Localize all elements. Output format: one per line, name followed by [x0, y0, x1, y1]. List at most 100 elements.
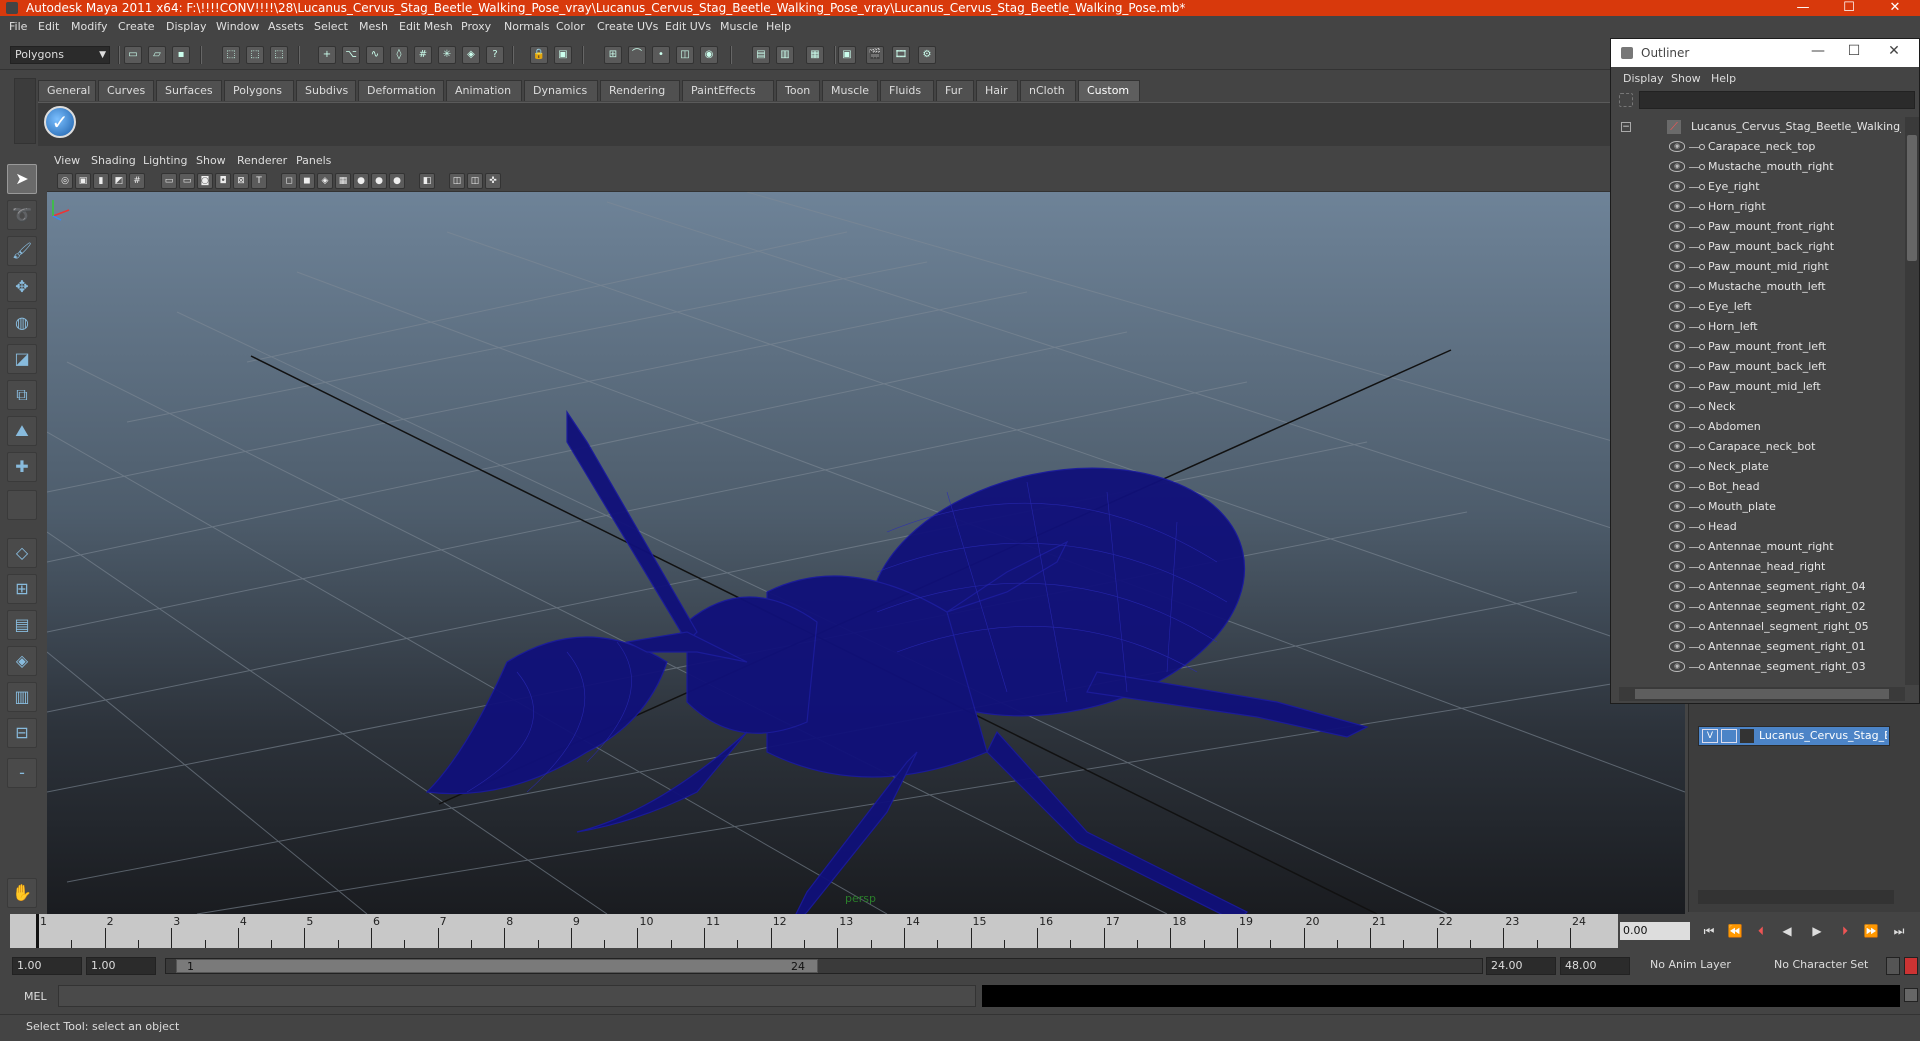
panel-menu-renderer[interactable]: Renderer	[237, 154, 287, 167]
xray-icon[interactable]: ◫	[449, 173, 465, 189]
outliner-item[interactable]: ◉ Antennael_segment_right_05	[1619, 617, 1901, 637]
perspective-viewport[interactable]: persp	[47, 192, 1685, 914]
make-live-icon[interactable]: ◉	[700, 46, 718, 64]
menu-assets[interactable]: Assets	[268, 20, 304, 33]
minimize-button[interactable]: —	[1780, 0, 1826, 16]
current-time-field[interactable]: 0.00	[1620, 922, 1690, 940]
all-lights-icon[interactable]: ●	[371, 173, 387, 189]
play-forwards-icon[interactable]: ▶	[1808, 924, 1826, 938]
close-button[interactable]: ✕	[1872, 0, 1918, 16]
outliner-item[interactable]: ◉ Mustache_mouth_left	[1619, 277, 1901, 297]
safe-title-icon[interactable]: T	[251, 173, 267, 189]
layer-color-swatch[interactable]	[1740, 729, 1754, 743]
highlight-selection-icon[interactable]: ▣	[554, 46, 572, 64]
snap-to-curve-icon[interactable]: ⌒	[628, 46, 646, 64]
single-perspective-layout-icon[interactable]: ◇	[7, 538, 37, 568]
outliner-persp-layout-icon[interactable]: ▤	[7, 610, 37, 640]
outliner-item[interactable]: ◉ Paw_mount_mid_left	[1619, 377, 1901, 397]
shelf-tab-rendering[interactable]: Rendering	[600, 80, 680, 101]
go-to-end-icon[interactable]: ⏭	[1890, 924, 1908, 938]
shelf-tab-subdivs[interactable]: Subdivs	[296, 80, 356, 101]
select-rendering-icon[interactable]: ◈	[462, 46, 480, 64]
soft-modification-tool-icon[interactable]: ⛰	[7, 416, 37, 446]
menu-mesh[interactable]: Mesh	[359, 20, 388, 33]
step-back-key-icon[interactable]: ⏪	[1726, 924, 1744, 938]
outliner-close-button[interactable]: ✕	[1879, 43, 1909, 59]
menu-file[interactable]: File	[9, 20, 27, 33]
outliner-horizontal-scroll-thumb[interactable]	[1635, 689, 1889, 699]
smooth-shade-icon[interactable]: ◼	[299, 173, 315, 189]
shelf-menu-handle[interactable]	[14, 78, 36, 144]
shelf-tab-toon[interactable]: Toon	[776, 80, 820, 101]
menu-create[interactable]: Create	[118, 20, 155, 33]
select-surfaces-icon[interactable]: ◊	[390, 46, 408, 64]
select-tool-icon[interactable]: ➤	[7, 164, 37, 194]
shelf-tab-polygons[interactable]: Polygons	[224, 80, 294, 101]
script-editor-icon[interactable]	[1904, 988, 1918, 1002]
move-tool-icon[interactable]: ✥	[7, 272, 37, 302]
panel-menu-shading[interactable]: Shading	[91, 154, 136, 167]
go-to-start-icon[interactable]: ⏮	[1700, 924, 1718, 938]
menu-help[interactable]: Help	[766, 20, 791, 33]
resolution-gate-icon[interactable]: ▭	[179, 173, 195, 189]
outliner-item[interactable]: ◉ Head	[1619, 517, 1901, 537]
outliner-item[interactable]: ◉ Horn_left	[1619, 317, 1901, 337]
field-chart-icon[interactable]: ◘	[215, 173, 231, 189]
graph-persp-layout-icon[interactable]: ◈	[7, 646, 37, 676]
outliner-item[interactable]: ◉ Antennae_mount_right	[1619, 537, 1901, 557]
outliner-item[interactable]: ◉ Paw_mount_front_left	[1619, 337, 1901, 357]
outliner-item[interactable]: ◉ Antennae_segment_right_02	[1619, 597, 1901, 617]
outliner-filter-input[interactable]	[1639, 91, 1915, 109]
outliner-item[interactable]: ◉ Horn_right	[1619, 197, 1901, 217]
camera-attributes-icon[interactable]: ▣	[75, 173, 91, 189]
paint-select-tool-icon[interactable]: 🖌	[7, 236, 37, 266]
layer-editor-scrollbar[interactable]	[1698, 890, 1894, 904]
collapse-icon[interactable]: −	[1621, 122, 1631, 132]
outliner-item[interactable]: ◉ Neck_plate	[1619, 457, 1901, 477]
render-settings-icon[interactable]: ⚙	[918, 46, 936, 64]
bookmarks-icon[interactable]: ▮	[93, 173, 109, 189]
snap-to-point-icon[interactable]: •	[652, 46, 670, 64]
outliner-item[interactable]: ◉ Mouth_plate	[1619, 497, 1901, 517]
show-manipulator-icon[interactable]: ✚	[7, 452, 37, 482]
panel-menu-show[interactable]: Show	[196, 154, 226, 167]
animation-preferences-icon[interactable]	[1904, 957, 1918, 975]
outliner-item[interactable]: ◉ Antennae_head_right	[1619, 557, 1901, 577]
shelf-tab-curves[interactable]: Curves	[98, 80, 154, 101]
select-misc-icon[interactable]: ?	[486, 46, 504, 64]
outliner-item[interactable]: ◉ Carapace_neck_bot	[1619, 437, 1901, 457]
select-by-component-icon[interactable]: ⬚	[270, 46, 288, 64]
film-gate-icon[interactable]: ▭	[161, 173, 177, 189]
display-layer-row[interactable]: V Lucanus_Cervus_Stag_Beetle_Walking_Pos…	[1698, 726, 1890, 746]
menu-select[interactable]: Select	[314, 20, 348, 33]
menu-proxy[interactable]: Proxy	[461, 20, 491, 33]
output-operations-icon[interactable]: ▥	[776, 46, 794, 64]
shelf-tab-fur[interactable]: Fur	[936, 80, 974, 101]
render-current-frame-icon[interactable]: 🎬	[866, 46, 884, 64]
scale-tool-icon[interactable]: ◪	[7, 344, 37, 374]
shelf-tab-surfaces[interactable]: Surfaces	[156, 80, 222, 101]
maximize-button[interactable]: ☐	[1826, 0, 1872, 16]
shelf-tab-painteffects[interactable]: PaintEffects	[682, 80, 774, 101]
shelf-tab-custom[interactable]: Custom	[1078, 80, 1140, 101]
menu-edit-mesh[interactable]: Edit Mesh	[399, 20, 453, 33]
outliner-item[interactable]: ◉ Abdomen	[1619, 417, 1901, 437]
shelf-tab-hair[interactable]: Hair	[976, 80, 1018, 101]
shadows-icon[interactable]: ●	[389, 173, 405, 189]
safe-action-icon[interactable]: ⊠	[233, 173, 249, 189]
outliner-item[interactable]: ◉ Carapace_neck_top	[1619, 137, 1901, 157]
open-scene-icon[interactable]: ▱	[148, 46, 166, 64]
panel-menu-panels[interactable]: Panels	[296, 154, 331, 167]
render-view-icon[interactable]: ▣	[838, 46, 856, 64]
xray-joints-icon[interactable]: ◫	[467, 173, 483, 189]
outliner-item[interactable]: ◉ Paw_mount_mid_right	[1619, 257, 1901, 277]
shelf-tab-deformation[interactable]: Deformation	[358, 80, 444, 101]
outliner-item[interactable]: ◉ Antennae_segment_right_01	[1619, 637, 1901, 657]
input-operations-icon[interactable]: ▤	[752, 46, 770, 64]
shelf-tab-fluids[interactable]: Fluids	[880, 80, 934, 101]
step-forward-frame-icon[interactable]: ⏵	[1836, 924, 1854, 938]
menu-edit-uvs[interactable]: Edit UVs	[665, 20, 711, 33]
play-backwards-icon[interactable]: ◀	[1778, 924, 1796, 938]
panel-menu-view[interactable]: View	[54, 154, 80, 167]
outliner-maximize-button[interactable]: ☐	[1839, 43, 1869, 59]
